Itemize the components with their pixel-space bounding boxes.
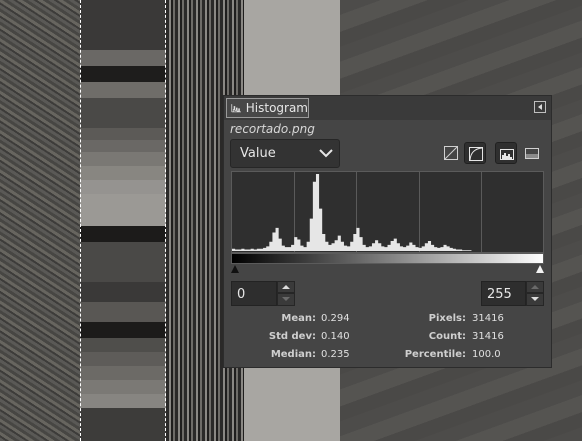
logarithmic-histogram-button[interactable] bbox=[464, 142, 486, 164]
median-value: 0.235 bbox=[321, 349, 350, 360]
range-low-input[interactable]: 0 bbox=[231, 281, 277, 306]
histogram-bars-icon bbox=[500, 149, 514, 160]
canvas-image-region bbox=[0, 0, 80, 441]
range-low-decrement[interactable] bbox=[277, 293, 295, 306]
range-high-input[interactable]: 255 bbox=[481, 281, 526, 306]
triangle-up-icon bbox=[282, 285, 290, 289]
range-low-increment[interactable] bbox=[277, 281, 295, 293]
count-value: 31416 bbox=[472, 331, 504, 342]
pixels-label: Pixels: bbox=[428, 313, 466, 324]
histogram-icon bbox=[231, 104, 241, 113]
dock-tab-bar: Histogram bbox=[224, 96, 551, 120]
mean-value: 0.294 bbox=[321, 313, 350, 324]
histogram-area bbox=[232, 174, 543, 251]
histogram-outline-icon bbox=[525, 148, 539, 159]
tab-histogram[interactable]: Histogram bbox=[226, 98, 309, 118]
histogram-outline-button[interactable] bbox=[521, 142, 543, 164]
tab-histogram-label: Histogram bbox=[245, 101, 308, 115]
histogram-bars-button[interactable] bbox=[495, 142, 517, 164]
dock-menu-button[interactable] bbox=[534, 101, 546, 113]
chevron-down-icon bbox=[319, 149, 333, 158]
range-low-handle[interactable] bbox=[231, 265, 239, 273]
pixels-value: 31416 bbox=[472, 313, 504, 324]
canvas-stripe-column bbox=[80, 0, 166, 441]
histogram-view[interactable] bbox=[231, 171, 544, 253]
mean-label: Mean: bbox=[281, 313, 316, 324]
range-low-spinner[interactable]: 0 bbox=[231, 281, 297, 306]
linear-histogram-button[interactable] bbox=[440, 142, 462, 164]
range-high-decrement[interactable] bbox=[526, 293, 544, 306]
channel-dropdown[interactable]: Value bbox=[230, 139, 340, 168]
channel-selected-value: Value bbox=[240, 146, 276, 161]
range-high-spinner[interactable]: 255 bbox=[481, 281, 545, 306]
linear-scale-icon bbox=[444, 146, 458, 160]
percentile-value: 100.0 bbox=[472, 349, 501, 360]
range-high-increment[interactable] bbox=[526, 281, 544, 293]
image-name: recortado.png bbox=[230, 122, 315, 136]
triangle-down-icon bbox=[282, 297, 290, 301]
selection-marquee-left bbox=[80, 0, 81, 441]
histogram-dockable: Histogram recortado.png Value 0 255 Mean… bbox=[223, 95, 552, 368]
triangle-up-icon bbox=[531, 285, 539, 289]
count-label: Count: bbox=[428, 331, 466, 342]
percentile-label: Percentile: bbox=[404, 349, 466, 360]
statistics-panel: Mean: 0.294 Std dev: 0.140 Median: 0.235… bbox=[224, 310, 551, 366]
triangle-down-icon bbox=[531, 297, 539, 301]
value-gradient-bar bbox=[231, 253, 544, 264]
median-label: Median: bbox=[270, 349, 316, 360]
log-scale-icon bbox=[469, 147, 483, 161]
histogram-plot bbox=[232, 172, 543, 252]
triangle-left-icon bbox=[538, 104, 542, 110]
stddev-value: 0.140 bbox=[321, 331, 350, 342]
stddev-label: Std dev: bbox=[268, 331, 316, 342]
range-high-handle[interactable] bbox=[536, 265, 544, 273]
